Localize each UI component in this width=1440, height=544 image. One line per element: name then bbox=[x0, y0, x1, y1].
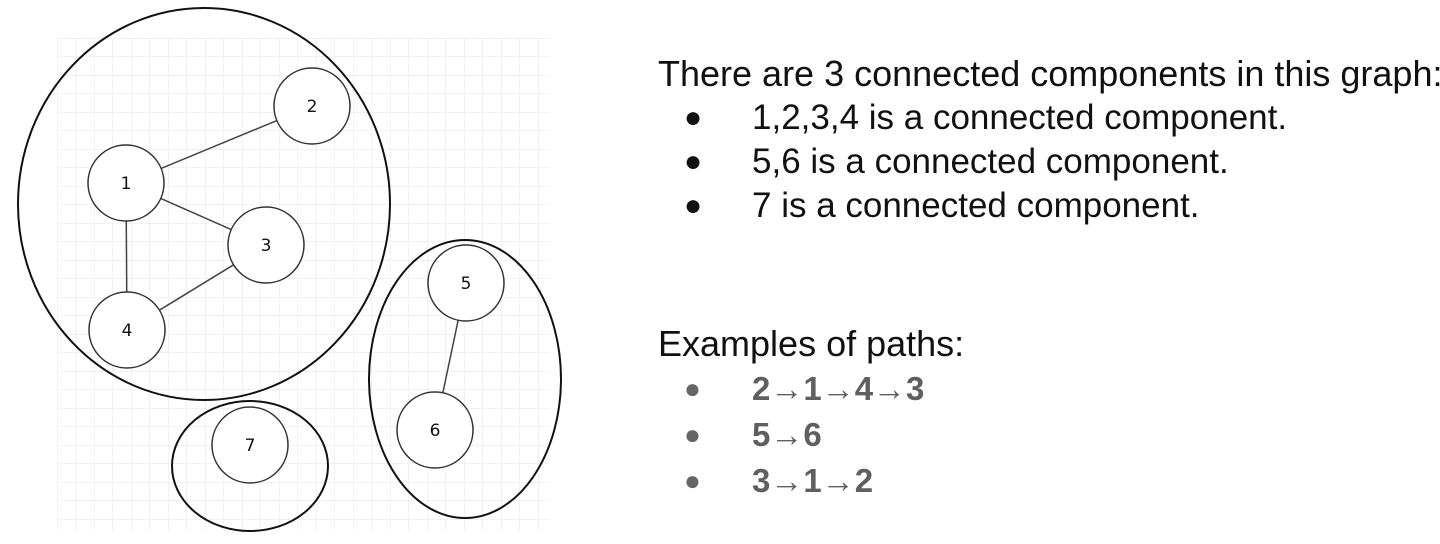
node-1: 1 bbox=[87, 144, 165, 222]
node-label: 6 bbox=[430, 421, 441, 441]
bullet-icon: ● bbox=[684, 101, 703, 134]
text-panel: There are 3 connected components in this… bbox=[658, 52, 1440, 504]
node-label: 7 bbox=[245, 436, 256, 456]
examples-section: Examples of paths: ● 2→1→4→3 ● 5→6 ● 3→1→2 bbox=[658, 322, 1438, 504]
component-text: 7 is a connected component. bbox=[752, 186, 1200, 225]
path-text: 3→1→2 bbox=[752, 462, 874, 499]
bullet-icon: ● bbox=[684, 189, 703, 222]
list-item: ● 5,6 is a connected component. bbox=[658, 140, 1438, 184]
list-item: ● 3→1→2 bbox=[658, 458, 1438, 504]
node-label: 5 bbox=[461, 274, 472, 294]
node-label: 1 bbox=[121, 174, 132, 194]
path-text: 2→1→4→3 bbox=[752, 370, 925, 407]
node-label: 3 bbox=[261, 236, 272, 256]
path-text: 5→6 bbox=[752, 416, 822, 453]
node-2: 2 bbox=[273, 67, 351, 145]
node-label: 2 bbox=[307, 97, 318, 117]
list-item: ● 5→6 bbox=[658, 412, 1438, 458]
bullet-icon: ● bbox=[684, 373, 701, 404]
bullet-icon: ● bbox=[684, 419, 701, 450]
node-6: 6 bbox=[396, 391, 474, 469]
list-item: ● 2→1→4→3 bbox=[658, 366, 1438, 412]
node-4: 4 bbox=[88, 291, 166, 369]
component-text: 5,6 is a connected component. bbox=[752, 142, 1229, 181]
list-item: ● 7 is a connected component. bbox=[658, 184, 1438, 228]
components-list: ● 1,2,3,4 is a connected component. ● 5,6 … bbox=[658, 96, 1438, 228]
node-label: 4 bbox=[122, 321, 133, 341]
paths-list: ● 2→1→4→3 ● 5→6 ● 3→1→2 bbox=[658, 366, 1438, 504]
node-5: 5 bbox=[427, 244, 505, 322]
components-heading: There are 3 connected components in this… bbox=[658, 53, 1440, 94]
list-item: ● 1,2,3,4 is a connected component. bbox=[658, 96, 1438, 140]
examples-heading: Examples of paths: bbox=[658, 323, 965, 364]
node-7: 7 bbox=[211, 406, 289, 484]
node-3: 3 bbox=[227, 206, 305, 284]
component-text: 1,2,3,4 is a connected component. bbox=[752, 98, 1288, 137]
graph-diagram: 1 2 3 4 5 6 7 bbox=[17, 7, 562, 532]
bullet-icon: ● bbox=[684, 145, 703, 178]
bullet-icon: ● bbox=[684, 465, 701, 496]
